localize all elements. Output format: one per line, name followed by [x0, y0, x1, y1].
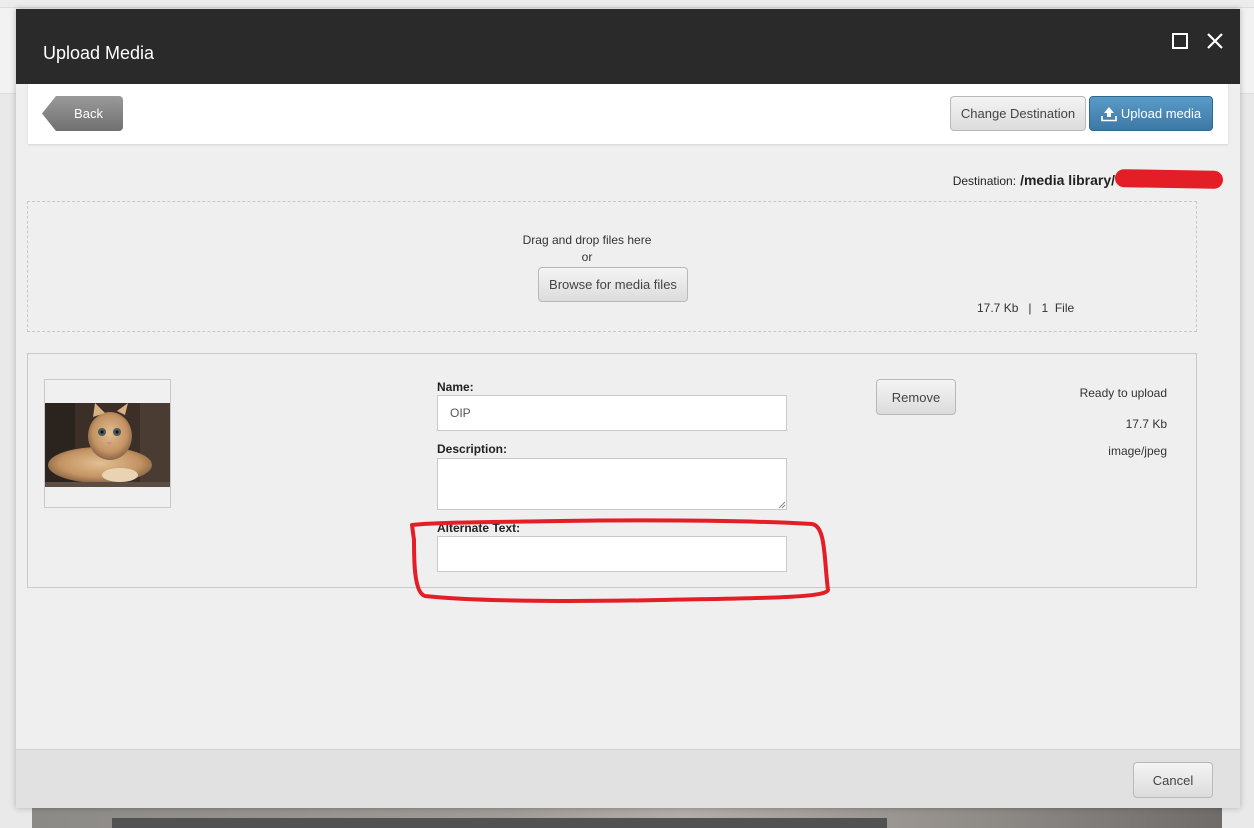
dialog-footer: Cancel [16, 749, 1240, 808]
upload-status: Ready to upload [1079, 386, 1167, 400]
name-input[interactable]: OIP [437, 395, 787, 431]
file-item-panel: Name: OIP Description: Alternate Text: R… [27, 353, 1197, 588]
description-label: Description: [437, 442, 508, 456]
background-image-overlay [112, 818, 887, 828]
file-summary: 17.7 Kb | 1 File [977, 301, 1075, 315]
maximize-square-icon [1172, 33, 1188, 49]
alternate-text-label: Alternate Text: [437, 521, 521, 535]
redaction-mark [1114, 169, 1224, 189]
upload-arrow-icon [1101, 106, 1117, 121]
browse-media-button[interactable]: Browse for media files [538, 267, 688, 302]
dialog-titlebar: Upload Media [16, 9, 1240, 84]
resize-grip-icon[interactable] [778, 501, 786, 509]
background-app-topbar [0, 0, 1254, 8]
upload-media-button[interactable]: Upload media [1089, 96, 1213, 131]
destination-path: /media library/ [1020, 172, 1115, 188]
back-button[interactable]: Back [42, 96, 123, 131]
remove-file-button[interactable]: Remove [876, 379, 956, 415]
thumbnail-frame [44, 379, 171, 508]
cancel-button[interactable]: Cancel [1133, 762, 1213, 798]
dialog-title: Upload Media [43, 43, 155, 63]
destination-label: Destination: [952, 174, 1017, 188]
file-size: 17.7 Kb [1125, 417, 1167, 431]
close-button[interactable] [1203, 29, 1227, 53]
dropzone-instruction: Drag and drop files here [522, 233, 652, 247]
thumbnail-image [45, 403, 170, 487]
kitten-thumbnail-image [45, 403, 170, 487]
upload-media-label: Upload media [1120, 106, 1202, 121]
file-mime-type: image/jpeg [1108, 444, 1167, 458]
dialog-toolbar: Back Change Destination Upload media [28, 84, 1228, 144]
close-x-icon [1207, 33, 1223, 49]
name-label: Name: [437, 380, 474, 394]
maximize-button[interactable] [1168, 29, 1192, 53]
alternate-text-input[interactable] [437, 536, 787, 572]
dropzone-or: or [581, 250, 593, 264]
file-dropzone[interactable]: Drag and drop files here or Browse for m… [27, 201, 1197, 332]
change-destination-button[interactable]: Change Destination [950, 96, 1086, 131]
destination-info: Destination: /media library/ [952, 167, 1224, 189]
description-textarea[interactable] [437, 458, 787, 510]
